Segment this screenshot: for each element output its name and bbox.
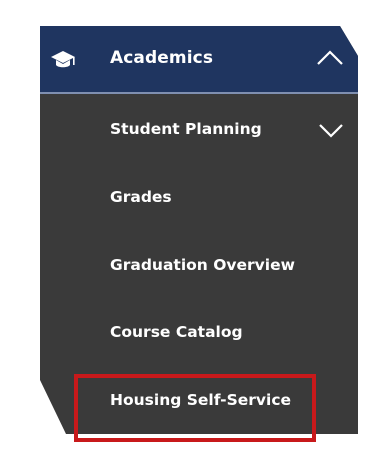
- menu-item-label: Graduation Overview: [110, 256, 295, 274]
- chevron-down-icon[interactable]: [318, 122, 344, 138]
- menu-item-housing-self-service[interactable]: Housing Self-Service: [40, 381, 358, 421]
- screenshot-stage: Academics Student Planning Grades Gradua…: [0, 0, 370, 452]
- menu-header-label: Academics: [110, 48, 214, 68]
- chevron-up-icon[interactable]: [316, 48, 344, 66]
- menu-item-student-planning[interactable]: Student Planning: [40, 110, 358, 150]
- menu-item-label: Grades: [110, 188, 172, 206]
- menu-item-course-catalog[interactable]: Course Catalog: [40, 313, 358, 353]
- menu-item-graduation-overview[interactable]: Graduation Overview: [40, 246, 358, 286]
- menu-item-label: Student Planning: [110, 120, 262, 138]
- menu-header-academics[interactable]: Academics: [40, 26, 358, 94]
- menu-item-label: Course Catalog: [110, 323, 243, 341]
- menu-item-label: Housing Self-Service: [110, 391, 292, 409]
- navigation-menu: Academics Student Planning Grades Gradua…: [40, 26, 358, 434]
- graduation-cap-icon: [51, 51, 75, 68]
- menu-item-grades[interactable]: Grades: [40, 178, 358, 218]
